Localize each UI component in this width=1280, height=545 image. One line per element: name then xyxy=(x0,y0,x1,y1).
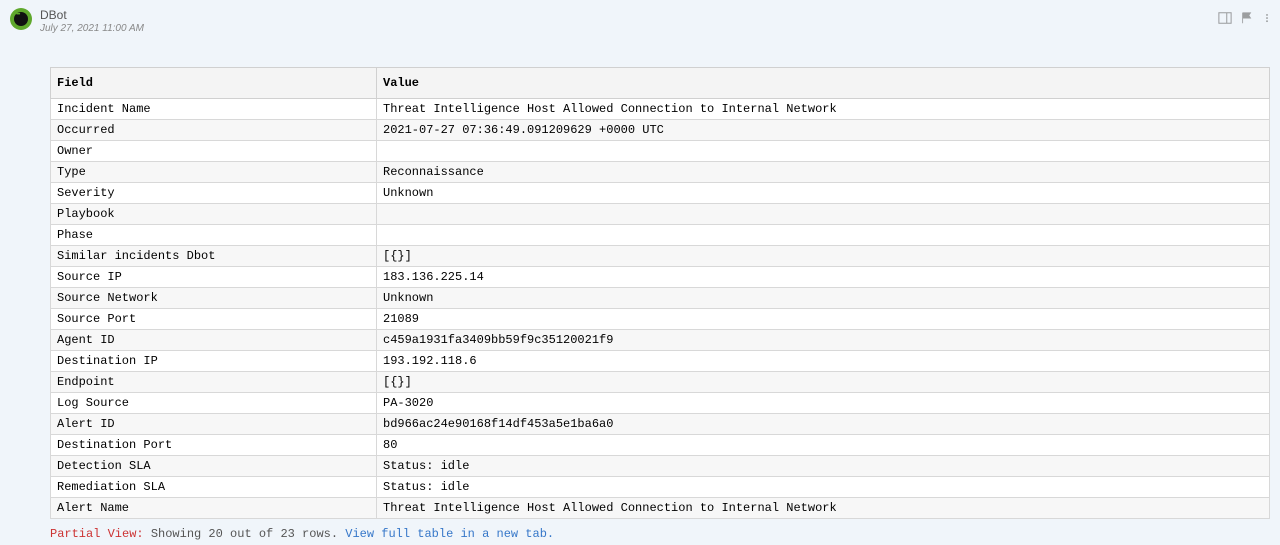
field-cell: Phase xyxy=(51,225,377,246)
table-row: Alert NameThreat Intelligence Host Allow… xyxy=(51,498,1270,519)
table-row: Endpoint[{}] xyxy=(51,372,1270,393)
field-cell: Destination IP xyxy=(51,351,377,372)
table-row: Remediation SLAStatus: idle xyxy=(51,477,1270,498)
table-row: Source NetworkUnknown xyxy=(51,288,1270,309)
table-header-field: Field xyxy=(51,68,377,99)
more-icon[interactable] xyxy=(1262,11,1272,25)
field-cell: Severity xyxy=(51,183,377,204)
table-row: Source Port21089 xyxy=(51,309,1270,330)
field-cell: Agent ID xyxy=(51,330,377,351)
panel-icon[interactable] xyxy=(1218,11,1232,25)
value-cell: [{}] xyxy=(377,246,1270,267)
table-row: Source IP183.136.225.14 xyxy=(51,267,1270,288)
table-row: Agent IDc459a1931fa3409bb59f9c35120021f9 xyxy=(51,330,1270,351)
partial-view-label: Partial View: xyxy=(50,527,144,541)
field-cell: Source Port xyxy=(51,309,377,330)
field-cell: Endpoint xyxy=(51,372,377,393)
message-header: DBot July 27, 2021 11:00 AM xyxy=(40,0,1280,42)
table-row: Log SourcePA-3020 xyxy=(51,393,1270,414)
value-cell: 21089 xyxy=(377,309,1270,330)
field-cell: Source IP xyxy=(51,267,377,288)
value-cell: Threat Intelligence Host Allowed Connect… xyxy=(377,99,1270,120)
value-cell: [{}] xyxy=(377,372,1270,393)
value-cell: 183.136.225.14 xyxy=(377,267,1270,288)
table-row: Playbook xyxy=(51,204,1270,225)
value-cell: 80 xyxy=(377,435,1270,456)
field-cell: Destination Port xyxy=(51,435,377,456)
value-cell: Unknown xyxy=(377,288,1270,309)
flag-icon[interactable] xyxy=(1240,11,1254,25)
table-row: Similar incidents Dbot[{}] xyxy=(51,246,1270,267)
value-cell: Status: idle xyxy=(377,477,1270,498)
table-row: Detection SLAStatus: idle xyxy=(51,456,1270,477)
message-timestamp: July 27, 2021 11:00 AM xyxy=(40,23,144,34)
value-cell: c459a1931fa3409bb59f9c35120021f9 xyxy=(377,330,1270,351)
field-cell: Alert ID xyxy=(51,414,377,435)
table-row: Destination Port80 xyxy=(51,435,1270,456)
field-cell: Remediation SLA xyxy=(51,477,377,498)
field-cell: Occurred xyxy=(51,120,377,141)
table-row: Phase xyxy=(51,225,1270,246)
value-cell: 2021-07-27 07:36:49.091209629 +0000 UTC xyxy=(377,120,1270,141)
table-row: TypeReconnaissance xyxy=(51,162,1270,183)
field-cell: Log Source xyxy=(51,393,377,414)
value-cell xyxy=(377,204,1270,225)
value-cell: 193.192.118.6 xyxy=(377,351,1270,372)
value-cell: PA-3020 xyxy=(377,393,1270,414)
showing-count-text: Showing 20 out of 23 rows. xyxy=(144,527,346,541)
value-cell: Status: idle xyxy=(377,456,1270,477)
field-cell: Source Network xyxy=(51,288,377,309)
field-cell: Similar incidents Dbot xyxy=(51,246,377,267)
value-cell: bd966ac24e90168f14df453a5e1ba6a0 xyxy=(377,414,1270,435)
table-row: Destination IP193.192.118.6 xyxy=(51,351,1270,372)
table-header-value: Value xyxy=(377,68,1270,99)
value-cell: Reconnaissance xyxy=(377,162,1270,183)
field-cell: Playbook xyxy=(51,204,377,225)
table-footer: Partial View: Showing 20 out of 23 rows.… xyxy=(50,527,1270,541)
table-row: Alert IDbd966ac24e90168f14df453a5e1ba6a0 xyxy=(51,414,1270,435)
field-cell: Type xyxy=(51,162,377,183)
table-row: Occurred2021-07-27 07:36:49.091209629 +0… xyxy=(51,120,1270,141)
value-cell: Unknown xyxy=(377,183,1270,204)
field-cell: Alert Name xyxy=(51,498,377,519)
table-row: Owner xyxy=(51,141,1270,162)
incident-table: Field Value Incident NameThreat Intellig… xyxy=(50,67,1270,519)
author-name: DBot xyxy=(40,8,144,22)
header-actions xyxy=(1218,11,1272,25)
value-cell: Threat Intelligence Host Allowed Connect… xyxy=(377,498,1270,519)
table-row: Incident NameThreat Intelligence Host Al… xyxy=(51,99,1270,120)
field-cell: Owner xyxy=(51,141,377,162)
value-cell xyxy=(377,225,1270,246)
value-cell xyxy=(377,141,1270,162)
field-cell: Incident Name xyxy=(51,99,377,120)
avatar xyxy=(10,8,32,30)
view-full-link[interactable]: View full table in a new tab. xyxy=(345,527,554,541)
table-row: SeverityUnknown xyxy=(51,183,1270,204)
field-cell: Detection SLA xyxy=(51,456,377,477)
